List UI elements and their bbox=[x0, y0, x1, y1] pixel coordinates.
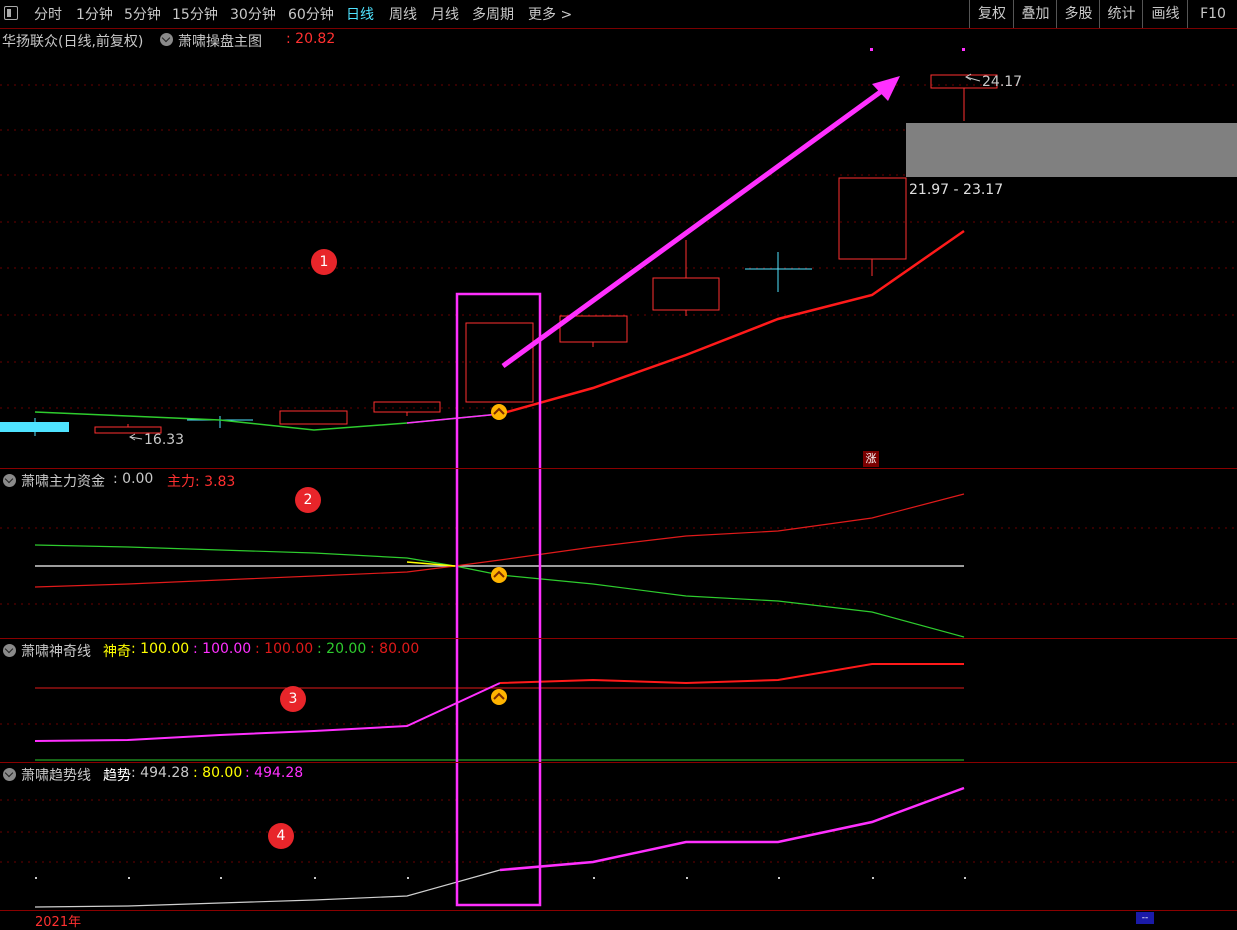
panel3-value-2: : 100.00 bbox=[193, 641, 252, 657]
panel4-value-1: : 494.28 bbox=[131, 765, 190, 781]
panel2-value: : 0.00 bbox=[113, 471, 154, 487]
chevron-down-icon[interactable] bbox=[3, 768, 16, 781]
stock-title: 华扬联众(日线,前复权) bbox=[2, 34, 144, 50]
panel-separator bbox=[0, 762, 1237, 763]
panel4-value-2: : 80.00 bbox=[193, 765, 243, 781]
buy-signal-icon bbox=[491, 404, 507, 705]
panel4-name[interactable]: 萧啸趋势线 bbox=[21, 765, 91, 785]
price-range-label: 21.97 - 23.17 bbox=[909, 182, 1004, 198]
candles bbox=[94, 74, 998, 434]
panel4-label: 趋势 bbox=[103, 768, 131, 784]
chevron-down-icon[interactable] bbox=[3, 644, 16, 657]
main-indicator-name[interactable]: 萧啸操盘主图 bbox=[178, 31, 262, 51]
panel3-name[interactable]: 萧啸神奇线 bbox=[21, 641, 91, 661]
panel-separator bbox=[0, 468, 1237, 469]
candle bbox=[652, 277, 720, 311]
price-range-box bbox=[906, 123, 1237, 177]
candle bbox=[838, 177, 907, 260]
panel3-value-1: : 100.00 bbox=[131, 641, 190, 657]
panel2-name[interactable]: 萧啸主力资金 bbox=[21, 471, 105, 491]
zhang-marker: 涨 bbox=[863, 451, 879, 467]
annotation-badge-3: 3 bbox=[280, 686, 306, 712]
panel2-main-force: 主力: 3.83 bbox=[167, 474, 236, 490]
candle bbox=[279, 410, 348, 425]
panel-separator bbox=[0, 910, 1237, 911]
panel3-label: 神奇 bbox=[103, 644, 131, 660]
signal-highlight-box bbox=[455, 292, 542, 907]
chevron-down-icon[interactable] bbox=[3, 474, 16, 487]
mini-indicator[interactable]: -- bbox=[1136, 912, 1154, 924]
candle bbox=[373, 401, 441, 413]
panel3-value-3: : 100.00 bbox=[255, 641, 314, 657]
high-price-label: 24.17 bbox=[982, 74, 1023, 90]
panel4-value-3: : 494.28 bbox=[245, 765, 304, 781]
chevron-down-icon[interactable] bbox=[160, 33, 173, 46]
annotation-badge-1: 1 bbox=[311, 249, 337, 275]
kline-chart bbox=[0, 48, 1237, 908]
panel3-value-4: : 20.00 bbox=[317, 641, 367, 657]
year-label: 2021年 bbox=[35, 915, 82, 930]
panel3-value-5: : 80.00 bbox=[370, 641, 420, 657]
low-price-label: 16.33 bbox=[144, 432, 185, 448]
panel-separator bbox=[0, 638, 1237, 639]
main-indicator-value: : 20.82 bbox=[286, 31, 336, 47]
annotation-badge-4: 4 bbox=[268, 823, 294, 849]
annotation-badge-2: 2 bbox=[295, 487, 321, 513]
